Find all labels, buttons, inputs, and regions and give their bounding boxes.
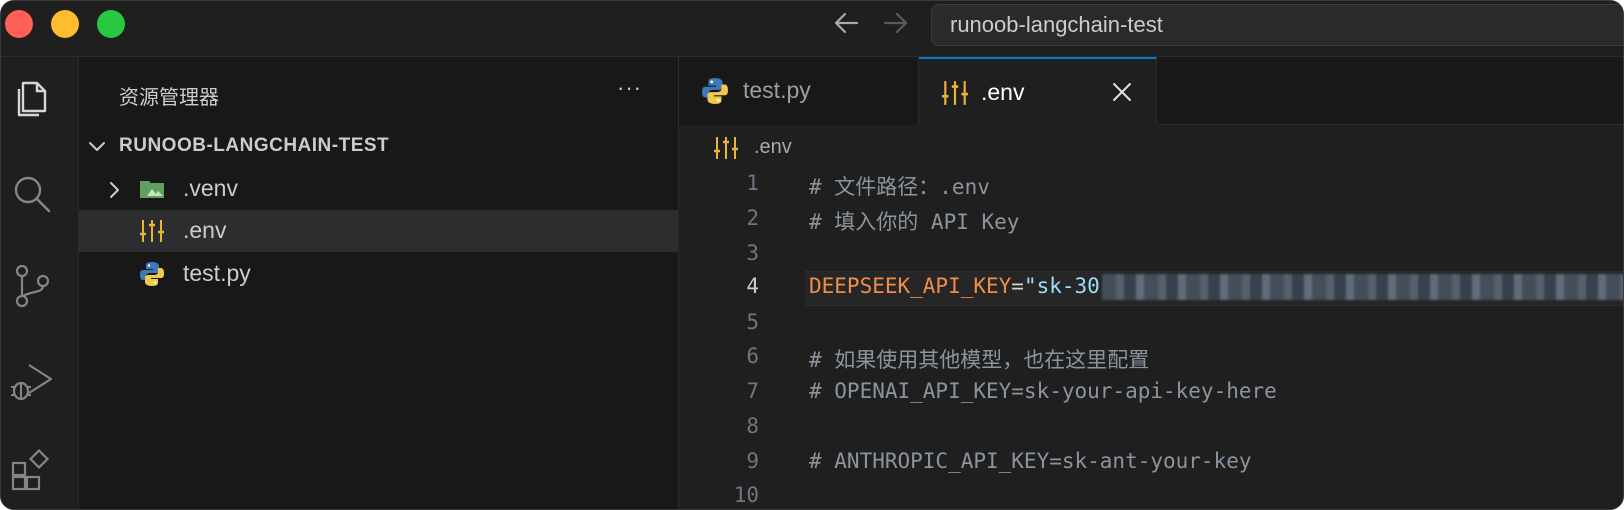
code-editor[interactable]: .env 1 # 文件路径：.env 2 # 填入你的 API Key 3 4 … <box>679 125 1623 509</box>
root-folder-label: RUNOOB-LANGCHAIN-TEST <box>119 135 390 156</box>
tab-label: .env <box>981 79 1025 105</box>
activity-bar <box>1 57 79 509</box>
python-icon <box>702 78 728 104</box>
code-line: 2 # 填入你的 API Key <box>679 203 1623 238</box>
vscode-window: runoob-langchain-test 资源管理器 ··· RUNOOB-L… <box>0 0 1624 510</box>
tree-item-venv[interactable]: .venv <box>79 168 678 210</box>
line-number: 7 <box>746 379 759 403</box>
title-bar: runoob-langchain-test <box>1 1 1623 57</box>
line-text: # 如果使用其他模型，也在这里配置 <box>809 348 1150 372</box>
redacted-api-key <box>1101 274 1623 300</box>
explorer-sidebar: 资源管理器 ··· RUNOOB-LANGCHAIN-TEST .venv .e <box>79 57 679 509</box>
current-code-line: 4 DEEPSEEK_API_KEY="sk-30 <box>679 271 1623 306</box>
source-control-icon[interactable] <box>9 263 55 309</box>
tab-test-py[interactable]: test.py <box>679 57 919 125</box>
line-number: 9 <box>746 449 759 473</box>
env-settings-icon <box>140 220 164 242</box>
more-actions-icon[interactable]: ··· <box>617 75 642 101</box>
env-settings-icon <box>942 81 968 105</box>
line-number: 1 <box>746 171 759 195</box>
env-settings-icon <box>714 137 738 159</box>
line-number: 2 <box>746 206 759 230</box>
code-line: 6 # 如果使用其他模型，也在这里配置 <box>679 341 1623 376</box>
env-equals: = <box>1011 274 1024 298</box>
forward-arrow-icon[interactable] <box>881 8 911 38</box>
command-center-search[interactable]: runoob-langchain-test <box>931 4 1623 46</box>
line-number: 6 <box>746 344 759 368</box>
line-number: 10 <box>733 483 759 507</box>
zoom-window-button[interactable] <box>97 10 125 38</box>
minimize-window-button[interactable] <box>51 10 79 38</box>
code-line: 8 <box>679 411 1623 446</box>
code-line: 9 # ANTHROPIC_API_KEY=sk-ant-your-key <box>679 446 1623 481</box>
line-number: 5 <box>746 310 759 334</box>
tree-item-test-py[interactable]: test.py <box>79 253 678 295</box>
back-arrow-icon[interactable] <box>831 8 861 38</box>
command-center-text: runoob-langchain-test <box>950 12 1163 37</box>
line-number: 4 <box>746 274 759 298</box>
code-line: 3 <box>679 238 1623 273</box>
tab-env[interactable]: .env <box>919 57 1157 125</box>
python-icon <box>140 262 164 286</box>
breadcrumb[interactable]: .env <box>754 136 792 159</box>
env-value: "sk-30 <box>1023 274 1100 298</box>
line-text: # ANTHROPIC_API_KEY=sk-ant-your-key <box>809 449 1252 473</box>
explorer-icon[interactable] <box>9 75 55 121</box>
close-icon[interactable] <box>1109 79 1135 105</box>
search-icon[interactable] <box>9 171 55 217</box>
line-text: # 文件路径：.env <box>809 175 990 199</box>
env-key: DEEPSEEK_API_KEY <box>809 274 1012 298</box>
editor-tab-bar: test.py .env <box>679 57 1623 125</box>
sidebar-title: 资源管理器 <box>119 85 219 109</box>
extensions-icon[interactable] <box>9 449 55 495</box>
run-debug-icon[interactable] <box>9 357 55 403</box>
root-folder-row[interactable]: RUNOOB-LANGCHAIN-TEST <box>79 125 678 167</box>
tree-item-label: test.py <box>183 260 251 286</box>
chevron-right-icon <box>110 182 119 198</box>
line-number: 8 <box>746 414 759 438</box>
line-text: DEEPSEEK_API_KEY="sk-30 <box>809 274 1623 300</box>
code-line: 7 # OPENAI_API_KEY=sk-your-api-key-here <box>679 376 1623 411</box>
line-text: # OPENAI_API_KEY=sk-your-api-key-here <box>809 379 1277 403</box>
folder-icon <box>140 181 164 198</box>
code-line: 10 <box>679 480 1623 509</box>
code-line: 5 <box>679 307 1623 342</box>
line-text: # 填入你的 API Key <box>809 210 1020 234</box>
tab-label: test.py <box>743 77 811 103</box>
tree-item-label: .venv <box>183 175 238 201</box>
tree-item-env[interactable]: .env <box>79 210 678 252</box>
tree-item-label: .env <box>183 217 227 243</box>
close-window-button[interactable] <box>5 10 33 38</box>
line-number: 3 <box>746 241 759 265</box>
code-line: 1 # 文件路径：.env <box>679 168 1623 203</box>
chevron-down-icon <box>89 142 105 151</box>
